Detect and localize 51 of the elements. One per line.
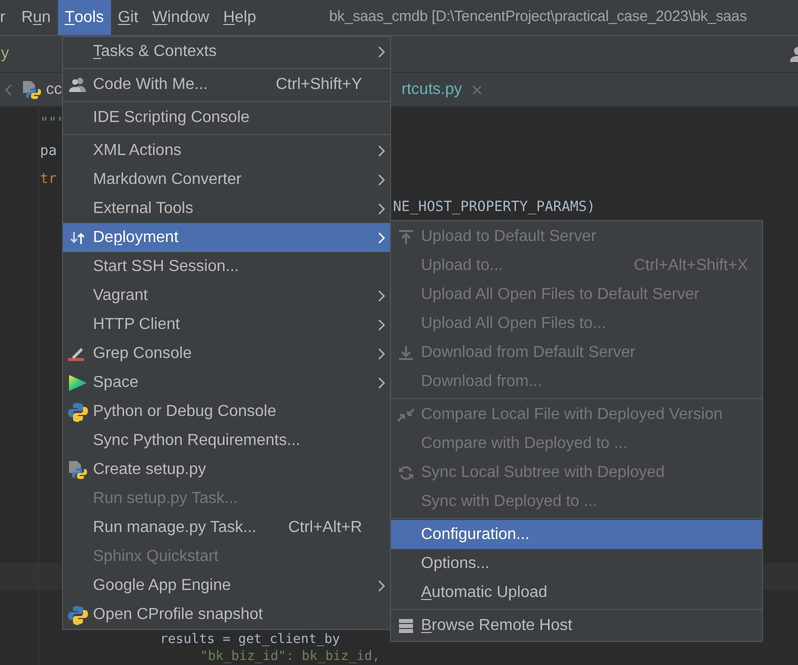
code-line: "bk_biz_id": bk_biz_id, — [200, 648, 380, 665]
menu-item[interactable]: HTTP Client — [63, 310, 390, 339]
code-line: NE_HOST_PROPERTY_PARAMS) — [393, 198, 596, 216]
upload-icon — [398, 228, 414, 244]
code-line: results = get_client_by — [160, 631, 340, 648]
menu-item[interactable]: External Tools — [63, 194, 390, 223]
code-line: pa — [40, 142, 57, 160]
menu-item[interactable]: Sync Python Requirements... — [63, 426, 390, 455]
menu-item[interactable]: Deployment — [63, 223, 390, 252]
python-file-icon — [68, 460, 88, 480]
menu-item[interactable]: Start SSH Session... — [63, 252, 390, 281]
menu-item[interactable]: IDE Scripting Console — [63, 103, 390, 132]
chevron-left-icon[interactable] — [4, 84, 14, 96]
menu-item[interactable]: Open CProfile snapshot — [63, 600, 390, 629]
window-title: bk_saas_cmdb [D:\TencentProject\practical_case_2023\bk_saas — [329, 7, 747, 28]
menu-item[interactable]: Markdown Converter — [63, 165, 390, 194]
menu-item[interactable]: Python or Debug Console — [63, 397, 390, 426]
menu-item[interactable]: Tasks & Contexts — [63, 37, 390, 66]
server-icon — [398, 618, 414, 634]
menu-item[interactable]: Vagrant — [63, 281, 390, 310]
menu-item[interactable]: Code With Me... Ctrl+Shift+Y — [63, 70, 390, 99]
menu-item[interactable]: Options... — [391, 549, 762, 578]
menu-item[interactable]: Browse Remote Host — [391, 611, 762, 640]
menu-item[interactable]: Automatic Upload — [391, 578, 762, 607]
play-icon — [68, 374, 88, 392]
python-file-icon — [22, 80, 42, 100]
python-icon — [68, 604, 88, 624]
arrows-icon — [69, 230, 87, 246]
toolbar-label[interactable]: y — [1, 42, 9, 66]
compare-arrows-icon — [397, 406, 415, 422]
code-line: tr — [40, 170, 57, 188]
menu-item[interactable]: Run — [14, 0, 58, 35]
menu-item[interactable]: Grep Console — [63, 339, 390, 368]
menu-item[interactable]: Help — [216, 0, 264, 35]
menu-item[interactable]: Run manage.py Task... Ctrl+Alt+R — [63, 513, 390, 542]
menu-item[interactable]: r — [0, 0, 14, 35]
menu-item[interactable]: Space — [63, 368, 390, 397]
editor-tab[interactable]: rtcuts.py — [402, 73, 482, 106]
editor-tab[interactable]: cc — [22, 73, 62, 106]
menu-item[interactable]: Git — [110, 0, 146, 35]
menu-item[interactable]: Google App Engine — [63, 571, 390, 600]
menu-item[interactable]: XML Actions — [63, 136, 390, 165]
users-icon — [69, 76, 87, 92]
download-icon — [398, 344, 414, 360]
python-icon — [68, 402, 88, 422]
menu-item[interactable]: Create setup.py — [63, 455, 390, 484]
close-icon[interactable] — [472, 84, 482, 94]
menu-item[interactable]: Window — [145, 0, 216, 35]
sync-icon — [398, 464, 414, 480]
menu-item[interactable]: Configuration... — [391, 520, 762, 549]
menu-item[interactable]: Tools — [58, 0, 111, 35]
